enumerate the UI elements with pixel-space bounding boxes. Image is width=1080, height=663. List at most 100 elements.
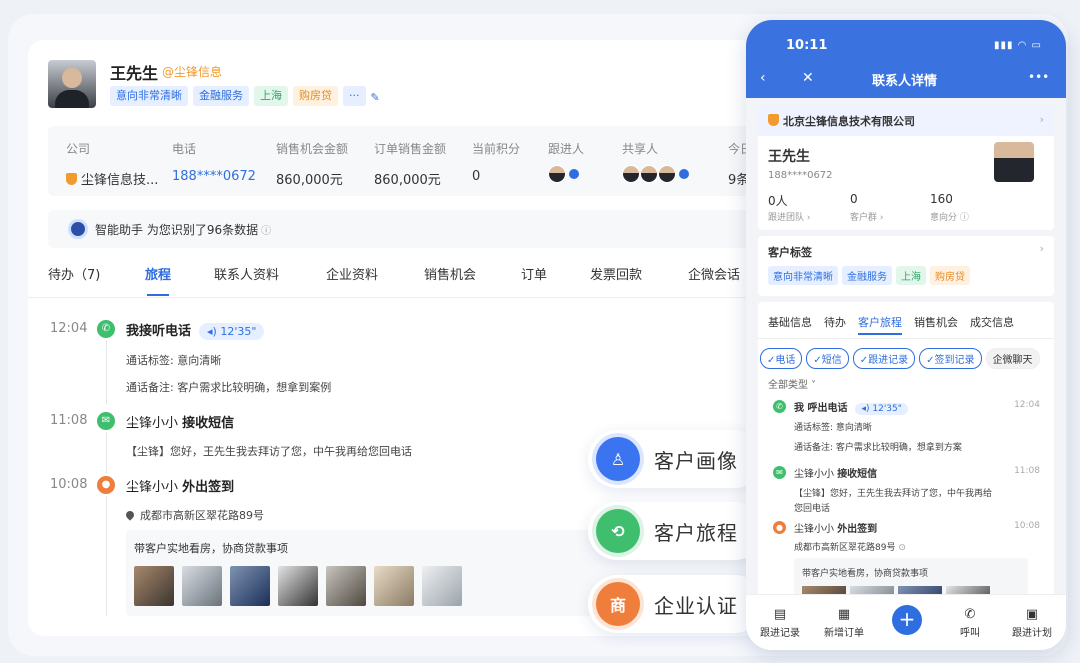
- chevron-right-icon[interactable]: ›: [1040, 242, 1044, 255]
- add-sharer-icon[interactable]: [679, 169, 689, 179]
- call-duration-badge[interactable]: ◂) 12'35": [199, 323, 265, 340]
- photo-thumbnail[interactable]: [422, 566, 462, 606]
- contact-mobile[interactable]: 188****0672: [768, 170, 833, 181]
- sharer-avatar[interactable]: [658, 165, 676, 183]
- tags-title: 客户标签: [768, 246, 812, 259]
- info-opportunity: 销售机会金额 860,000元: [276, 142, 349, 188]
- phone-bottom-bar: ▤ 跟进记录 ▦ 新增订单 + ✆ 呼叫 ▣ 跟进计划: [746, 594, 1066, 650]
- sharer-avatar[interactable]: [640, 165, 658, 183]
- follow-plan-button[interactable]: ▣ 跟进计划: [1002, 607, 1062, 639]
- info-follower: 跟进人: [548, 140, 584, 183]
- float-label: 客户画像: [654, 448, 738, 473]
- company-shield-icon: [768, 114, 779, 126]
- tag[interactable]: 金融服务: [193, 86, 249, 106]
- filter-chip[interactable]: ✓跟进记录: [852, 348, 916, 369]
- filter-chip[interactable]: ✓电话: [760, 348, 803, 369]
- new-order-button[interactable]: ▦ 新增订单: [814, 607, 874, 639]
- status-icons: ▮▮▮ ◠ ▭: [993, 40, 1042, 51]
- ptl-time: 12:04: [1014, 400, 1040, 410]
- timeline-title: 尘锋小小 接收短信: [126, 416, 235, 431]
- photo-thumbnail[interactable]: [134, 566, 174, 606]
- phone-title: 联系人详情: [872, 74, 938, 89]
- filter-chip[interactable]: ✓签到记录: [919, 348, 982, 369]
- info-icon[interactable]: ⓘ: [261, 222, 271, 237]
- stat-value: 0人: [768, 194, 788, 208]
- type-filter[interactable]: 全部类型 ˅: [768, 376, 816, 391]
- photo-thumbnail[interactable]: [230, 566, 270, 606]
- float-customer-portrait[interactable]: ♙ 客户画像: [588, 430, 764, 488]
- tag[interactable]: 意向非常清晰: [110, 86, 188, 106]
- phone-header: 10:11 ▮▮▮ ◠ ▭ ‹ ✕ 联系人详情 •••: [746, 20, 1066, 98]
- photo-caption: 带客户实地看房，协商贷款事项: [802, 569, 929, 579]
- tab-todo[interactable]: 待办: [824, 316, 846, 329]
- stat-label[interactable]: 跟进团队 ›: [768, 210, 810, 223]
- more-tags-button[interactable]: ···: [343, 86, 366, 106]
- photo-thumbnail[interactable]: [374, 566, 414, 606]
- tag[interactable]: 购房贷: [930, 266, 970, 285]
- timeline-title: 尘锋小小 外出签到: [126, 480, 235, 495]
- tab-company[interactable]: 企业资料: [326, 264, 378, 283]
- smart-assistant-bar[interactable]: 智能助手 为您识别了96条数据 ⓘ: [48, 210, 778, 248]
- tab-opportunity[interactable]: 销售机会: [914, 316, 958, 329]
- ptl-address: 成都市高新区翠花路89号 ⊙: [794, 543, 906, 553]
- stat-label[interactable]: 客户群 ›: [850, 210, 883, 223]
- status-time: 10:11: [786, 38, 828, 53]
- stat-label[interactable]: 意向分 ⓘ: [930, 210, 969, 223]
- sms-content: 【尘锋】您好，王先生我去拜访了您，中午我再给您回电话: [126, 445, 412, 458]
- photo-thumbnail[interactable]: [182, 566, 222, 606]
- call-icon: ✆: [964, 607, 976, 622]
- tags-card: 客户标签 › 意向非常清晰 金融服务 上海 购房贷: [758, 236, 1054, 296]
- add-button[interactable]: +: [892, 605, 922, 635]
- message-icon: ✉: [773, 466, 786, 479]
- follower-more-icon[interactable]: [569, 169, 579, 179]
- timeline-line: [106, 496, 107, 616]
- photo-caption: 带客户实地看房，协商贷款事项: [134, 542, 288, 555]
- photo-thumbnail[interactable]: [326, 566, 366, 606]
- tag[interactable]: 上海: [896, 266, 926, 285]
- float-customer-journey[interactable]: ⟲ 客户旅程: [588, 502, 764, 560]
- tab-contact[interactable]: 联系人资料: [214, 264, 279, 283]
- float-enterprise-certification[interactable]: 商 企业认证: [588, 575, 764, 633]
- close-icon[interactable]: ✕: [802, 70, 814, 86]
- stat-value: 0: [850, 192, 858, 206]
- ptl-line: 您回电话: [794, 504, 831, 514]
- company-value[interactable]: 尘锋信息技...: [81, 173, 158, 188]
- ptl-title: 尘锋小小 接收短信: [794, 469, 878, 480]
- filter-chip[interactable]: 企微聊天: [985, 348, 1040, 369]
- back-icon[interactable]: ‹: [760, 70, 766, 86]
- photo-thumbnail[interactable]: [278, 566, 318, 606]
- tag[interactable]: 购房贷: [293, 86, 338, 106]
- pin-icon: [124, 509, 136, 521]
- phone-body: 北京尘锋信息技术有限公司 › 王先生 188****0672 0人 跟进团队 › …: [746, 98, 1066, 650]
- tab-journey[interactable]: 旅程: [145, 264, 171, 296]
- company-row[interactable]: 北京尘锋信息技术有限公司 ›: [758, 106, 1054, 136]
- tag[interactable]: 金融服务: [842, 266, 892, 285]
- ptl-time: 11:08: [1014, 466, 1040, 476]
- tab-invoice[interactable]: 发票回款: [590, 264, 642, 283]
- tab-wecom[interactable]: 企微会话: [688, 264, 740, 283]
- phone-value[interactable]: 188****0672: [172, 169, 256, 184]
- call-button[interactable]: ✆ 呼叫: [940, 607, 1000, 639]
- tab-opportunity[interactable]: 销售机会: [424, 264, 476, 283]
- phone-tabs: 基础信息 待办 客户旅程 销售机会 成交信息: [768, 314, 1014, 335]
- follower-avatar[interactable]: [548, 165, 566, 183]
- certification-icon: 商: [596, 582, 640, 626]
- tab-journey[interactable]: 客户旅程: [858, 316, 902, 335]
- tag[interactable]: 上海: [254, 86, 288, 106]
- tab-orders[interactable]: 订单: [521, 264, 547, 283]
- tab-todo[interactable]: 待办（7): [48, 264, 100, 283]
- more-icon[interactable]: •••: [1028, 70, 1049, 84]
- pin-icon: ⊙: [898, 543, 906, 553]
- filter-chip[interactable]: ✓短信: [806, 348, 849, 369]
- call-duration-badge[interactable]: ◂) 12'35": [855, 403, 908, 415]
- info-orders: 订单销售金额 860,000元: [374, 142, 447, 188]
- tag[interactable]: 意向非常清晰: [768, 266, 838, 285]
- edit-icon[interactable]: ✎: [371, 91, 381, 104]
- ptl-title: 尘锋小小 外出签到: [794, 524, 878, 535]
- filter-chips: ✓电话 ✓短信 ✓跟进记录 ✓签到记录 企微聊天: [760, 348, 1044, 369]
- tab-deal[interactable]: 成交信息: [970, 316, 1014, 329]
- company-handle[interactable]: @尘锋信息: [162, 63, 222, 80]
- sharer-avatar[interactable]: [622, 165, 640, 183]
- tab-basic-info[interactable]: 基础信息: [768, 316, 812, 329]
- follow-record-button[interactable]: ▤ 跟进记录: [750, 607, 810, 639]
